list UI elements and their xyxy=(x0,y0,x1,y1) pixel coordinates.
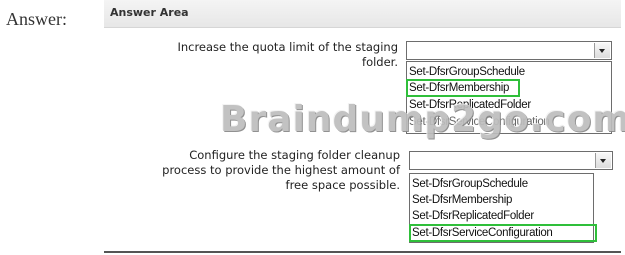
question-2-prompt: Configure the staging folder cleanup pro… xyxy=(104,148,400,193)
question-1-dropdown[interactable] xyxy=(406,41,612,60)
dropdown-option[interactable]: Set-DfsrMembership xyxy=(410,192,593,208)
question-2-prompt-line: process to provide the highest amount of xyxy=(162,163,400,177)
chevron-down-icon[interactable] xyxy=(594,43,610,58)
answer-prefix-label: Answer: xyxy=(6,9,67,29)
dropdown-option[interactable]: Set-DfsrGroupSchedule xyxy=(410,176,593,192)
question-2-dropdown[interactable] xyxy=(409,151,613,170)
answer-area-panel: Answer Area Increase the quota limit of … xyxy=(104,0,625,255)
panel-header: Answer Area xyxy=(104,0,621,28)
chevron-down-icon[interactable] xyxy=(595,153,611,168)
question-1-prompt-line: Increase the quota limit of the staging xyxy=(177,40,398,54)
dropdown-option-selected[interactable]: Set-DfsrMembership xyxy=(406,79,520,97)
dropdown-option[interactable]: Set-DfsrGroupSchedule xyxy=(407,64,611,80)
bottom-divider xyxy=(104,251,621,253)
question-2-prompt-line: Configure the staging folder cleanup xyxy=(189,148,400,162)
question-2-options-list: Set-DfsrGroupSchedule Set-DfsrMembership… xyxy=(409,173,597,243)
panel-title: Answer Area xyxy=(110,6,189,19)
question-2-prompt-line: free space possible. xyxy=(285,178,400,192)
question-1-prompt: Increase the quota limit of the staging … xyxy=(116,40,398,70)
question-1-prompt-line: folder. xyxy=(362,55,398,69)
watermark-text: Braindump2go.com xyxy=(220,99,625,140)
dropdown-option[interactable]: Set-DfsrReplicatedFolder xyxy=(410,208,593,224)
dropdown-option-selected[interactable]: Set-DfsrServiceConfiguration xyxy=(409,224,597,242)
